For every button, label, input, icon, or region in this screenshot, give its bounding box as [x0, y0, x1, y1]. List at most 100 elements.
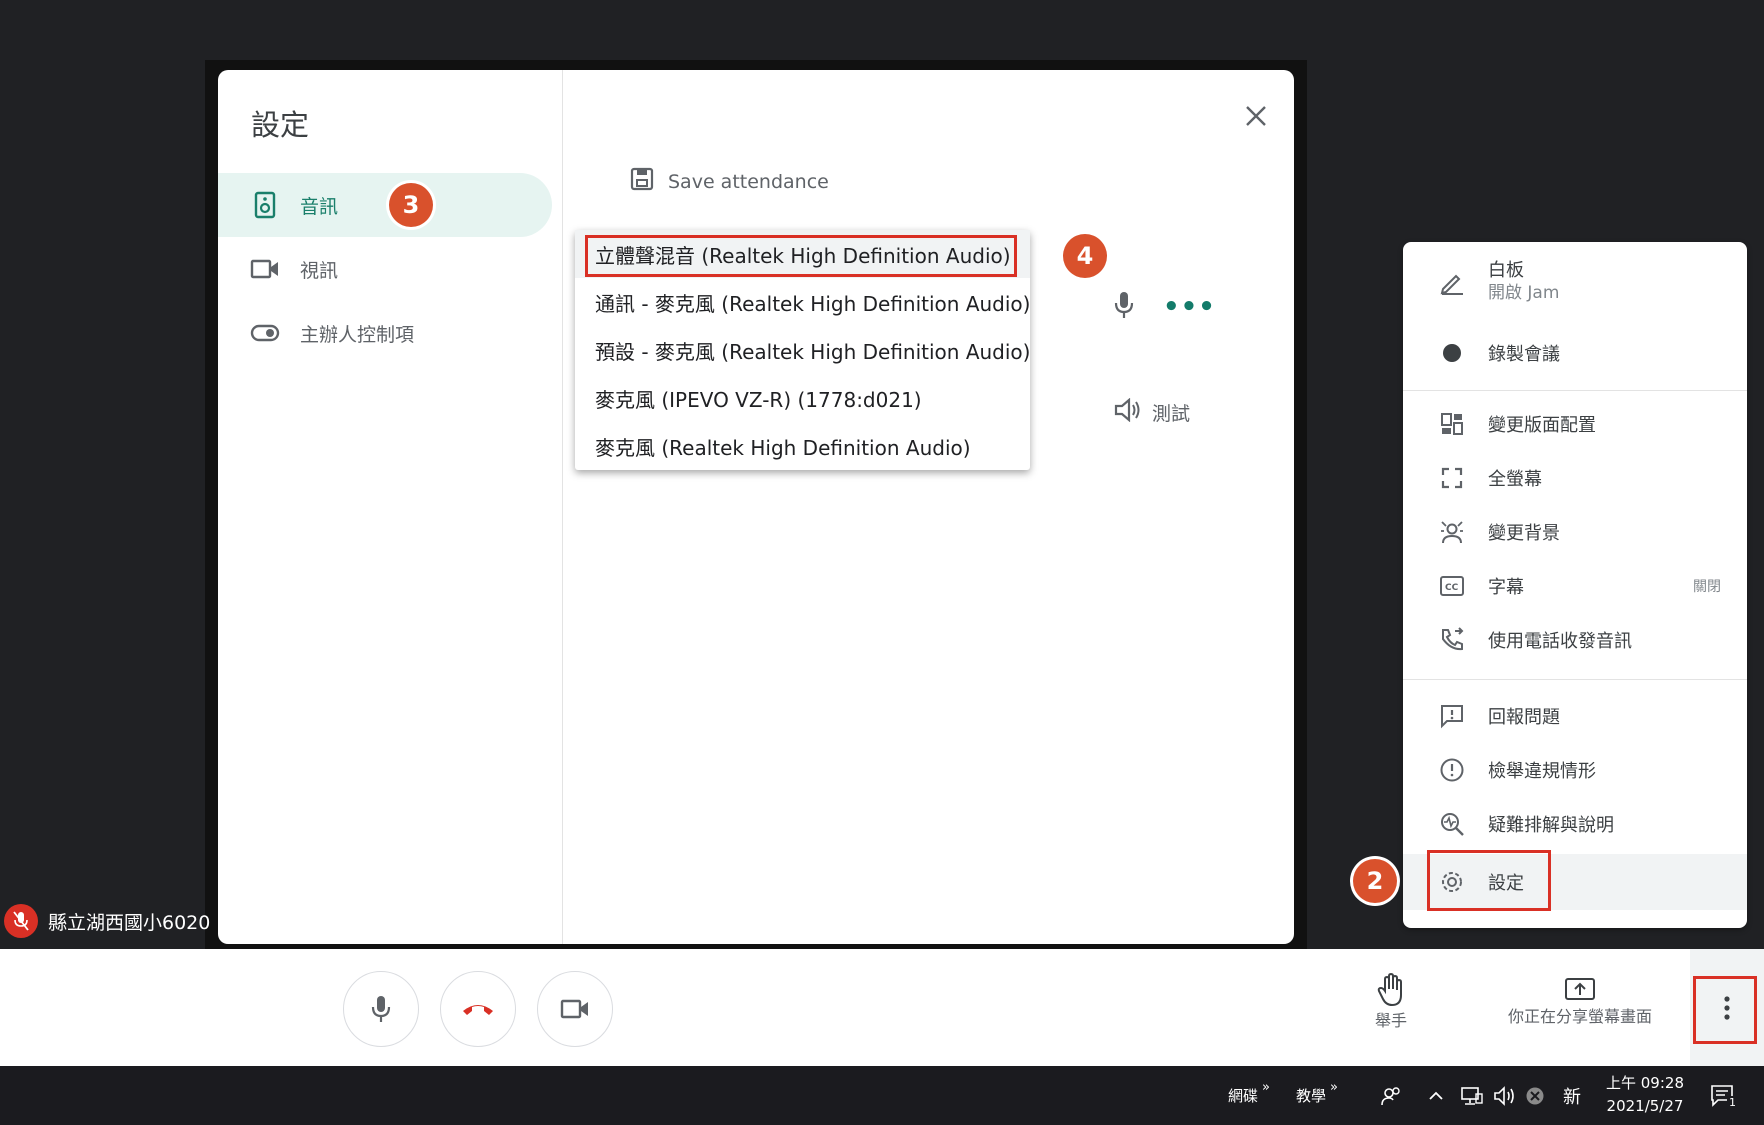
menu-item-label: 疑難排解與說明	[1488, 815, 1614, 836]
dropdown-option[interactable]: 麥克風 (Realtek High Definition Audio)	[575, 422, 1030, 470]
dropdown-option[interactable]: 麥克風 (IPEVO VZ-R) (1778:d021)	[575, 374, 1030, 422]
clock-date: 2021/5/27	[1606, 1097, 1684, 1115]
participant-label: 縣立湖西國小6020	[4, 904, 210, 938]
menu-item-background[interactable]: 變更背景	[1403, 505, 1747, 559]
menu-item-label: 白板	[1488, 260, 1524, 281]
network-icon[interactable]	[1460, 1066, 1484, 1125]
participant-name: 縣立湖西國小6020	[48, 911, 211, 934]
toolbar-label: 教學	[1296, 1087, 1327, 1105]
menu-item-captions[interactable]: CC 字幕 關閉	[1403, 559, 1747, 613]
volume-icon	[1114, 397, 1142, 427]
highlight-box	[585, 235, 1017, 277]
menu-item-phone-audio[interactable]: 使用電話收發音訊	[1403, 613, 1747, 667]
speaker-icon	[250, 190, 280, 220]
more-dots-icon[interactable]: •••	[1163, 292, 1216, 322]
hang-up-button[interactable]	[440, 971, 516, 1047]
hand-icon	[1377, 973, 1402, 1007]
windows-taskbar: 網碟 » 教學 » 新 上午 09:28 2021/5/27 1	[0, 1066, 1764, 1125]
callout-badge: 2	[1353, 859, 1397, 903]
people-icon[interactable]	[1380, 1066, 1402, 1125]
save-attendance-label: Save attendance	[668, 170, 829, 193]
toggle-icon	[250, 318, 280, 348]
nav-item-video[interactable]: 視訊	[218, 237, 552, 301]
menu-item-report-problem[interactable]: 回報問題	[1403, 689, 1747, 743]
menu-item-fullscreen[interactable]: 全螢幕	[1403, 451, 1747, 505]
taskbar-toolbar-teaching[interactable]: 教學 »	[1296, 1066, 1338, 1125]
menu-item-sublabel: 開啟 Jam	[1488, 283, 1560, 303]
troubleshoot-icon	[1438, 810, 1466, 838]
notification-count: 1	[1727, 1096, 1738, 1109]
nav-item-label: 主辦人控制項	[300, 323, 415, 346]
captions-state: 關閉	[1693, 579, 1721, 595]
video-camera-icon	[560, 999, 588, 1019]
save-icon	[630, 167, 654, 196]
toolbar-label: 網碟	[1228, 1087, 1259, 1105]
camera-button[interactable]	[537, 971, 613, 1047]
chevron-icon: »	[1330, 1080, 1338, 1095]
nav-item-audio[interactable]: 音訊	[218, 173, 552, 237]
fullscreen-icon	[1438, 464, 1466, 492]
menu-item-layout[interactable]: 變更版面配置	[1403, 397, 1747, 451]
svg-text:CC: CC	[1445, 583, 1459, 593]
taskbar-toolbar-network[interactable]: 網碟 »	[1228, 1066, 1270, 1125]
volume-icon[interactable]	[1493, 1066, 1519, 1125]
notification-center[interactable]: 1	[1710, 1066, 1738, 1125]
ime-indicator[interactable]: 新	[1563, 1066, 1581, 1125]
more-options-menu: 白板 開啟 Jam 錄製會議 變更版面配置 全螢幕 變更背景 CC 字幕 關閉	[1403, 242, 1747, 928]
menu-item-label: 變更版面配置	[1488, 415, 1596, 436]
menu-divider	[1403, 679, 1747, 680]
nav-item-host-controls[interactable]: 主辦人控制項	[218, 301, 552, 365]
dropdown-option[interactable]: 預設 - 麥克風 (Realtek High Definition Audio)	[575, 326, 1030, 374]
nav-item-label: 視訊	[300, 259, 339, 282]
video-camera-icon	[250, 254, 280, 284]
highlight-box	[1427, 850, 1551, 911]
menu-divider	[1403, 390, 1747, 391]
dropdown-option[interactable]: 通訊 - 麥克風 (Realtek High Definition Audio)	[575, 278, 1030, 326]
menu-item-report-abuse[interactable]: 檢舉違規情形	[1403, 743, 1747, 797]
meeting-controls-bar: 舉手 你正在分享螢幕畫面	[0, 949, 1764, 1066]
feedback-icon	[1438, 702, 1466, 730]
close-button[interactable]	[1236, 96, 1276, 136]
test-label: 測試	[1152, 403, 1191, 425]
phone-forward-icon	[1438, 626, 1466, 654]
menu-item-record[interactable]: 錄製會議	[1403, 326, 1747, 380]
settings-dialog: 設定 音訊 視訊 主辦人控制項 Save attendance 立體聲混音 (R…	[218, 70, 1294, 944]
menu-item-label: 檢舉違規情形	[1488, 761, 1596, 782]
mic-off-icon	[4, 904, 38, 938]
menu-item-label: 使用電話收發音訊	[1488, 631, 1632, 652]
menu-item-label: 回報問題	[1488, 707, 1560, 728]
presenting-label: 你正在分享螢幕畫面	[1508, 1007, 1653, 1026]
menu-item-label: 錄製會議	[1488, 344, 1560, 365]
chevron-icon: »	[1262, 1080, 1270, 1095]
menu-item-label: 字幕	[1488, 577, 1524, 598]
close-circle-icon[interactable]	[1525, 1066, 1545, 1125]
alert-circle-icon	[1438, 756, 1466, 784]
menu-item-label: 變更背景	[1488, 523, 1560, 544]
microphone-button[interactable]	[343, 971, 419, 1047]
callout-badge: 3	[389, 183, 433, 227]
record-icon	[1438, 339, 1466, 367]
person-background-icon	[1438, 518, 1466, 546]
raise-hand-button[interactable]: 舉手	[1375, 973, 1407, 1031]
dialog-title: 設定	[251, 108, 310, 142]
chevron-up-icon[interactable]	[1428, 1066, 1444, 1125]
raise-hand-label: 舉手	[1375, 1011, 1408, 1030]
menu-item-label: 全螢幕	[1488, 469, 1542, 490]
captions-icon: CC	[1438, 572, 1466, 600]
highlight-box	[1693, 976, 1757, 1044]
menu-item-whiteboard[interactable]: 白板 開啟 Jam	[1403, 248, 1747, 316]
present-screen-icon	[1565, 978, 1595, 1000]
callout-badge: 4	[1063, 234, 1107, 278]
present-screen-button[interactable]: 你正在分享螢幕畫面	[1508, 977, 1652, 1027]
test-speaker-button[interactable]: 測試	[1114, 397, 1191, 427]
menu-item-troubleshooting[interactable]: 疑難排解與說明	[1403, 797, 1747, 851]
nav-item-label: 音訊	[300, 195, 339, 218]
microphone-icon	[1113, 290, 1135, 324]
hang-up-icon	[463, 1005, 493, 1015]
taskbar-clock[interactable]: 上午 09:28 2021/5/27	[1606, 1072, 1684, 1118]
save-attendance-button[interactable]: Save attendance	[630, 167, 829, 196]
clock-time: 上午 09:28	[1606, 1074, 1684, 1092]
pencil-icon	[1438, 268, 1466, 296]
close-icon	[1246, 106, 1266, 126]
microphone-icon	[371, 996, 391, 1022]
